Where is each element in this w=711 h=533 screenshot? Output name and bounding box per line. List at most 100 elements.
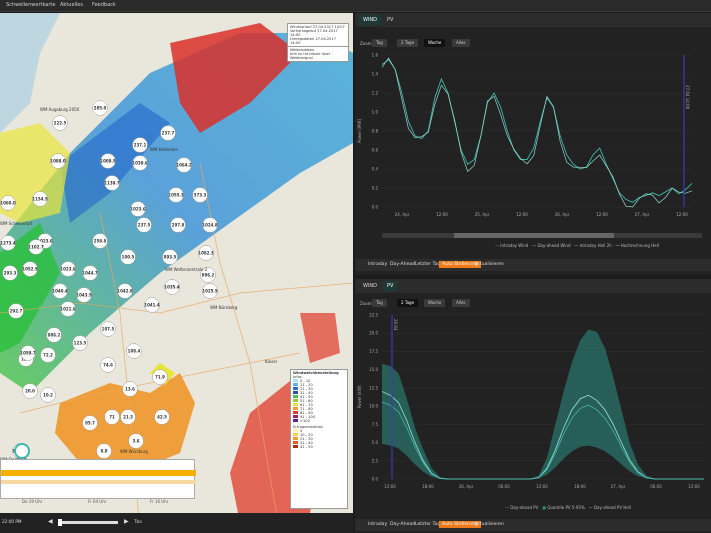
turbine-bubble[interactable]: 1040.4 (52, 283, 68, 299)
turbine-bubble[interactable]: 1024.8 (202, 217, 218, 233)
timeline-bar[interactable] (1, 470, 196, 476)
navigator-window[interactable] (454, 233, 614, 238)
turbine-bubble[interactable]: 986.2 (46, 327, 62, 343)
slider-handle[interactable] (58, 519, 62, 526)
turbine-bubble[interactable]: 1023.6 (60, 261, 76, 277)
zoom-alles-button[interactable]: Alles (452, 39, 470, 47)
selected-bubble[interactable] (14, 443, 30, 459)
turbine-bubble[interactable]: 1055.3 (168, 187, 184, 203)
turbine-bubble[interactable]: 237.7 (160, 125, 176, 141)
tab-pv[interactable]: PV (383, 15, 397, 25)
y-tick: 20.0 (369, 331, 378, 336)
bubble-value: 1154.5 (32, 197, 48, 202)
turbine-bubble[interactable]: 10.2 (40, 387, 56, 403)
turbine-bubble[interactable]: 71 (104, 409, 120, 425)
bubble-value: 293.3 (4, 271, 17, 276)
turbine-bubble[interactable]: 222.5 (52, 115, 68, 131)
zoom-alles-button[interactable]: Alles (452, 299, 470, 307)
play-icon[interactable]: ◀ (48, 518, 53, 525)
turbine-bubble[interactable]: 74.6 (100, 357, 116, 373)
turbine-bubble[interactable]: 1021.6 (60, 301, 76, 317)
timeline-bar-secondary (1, 480, 196, 484)
turbine-bubble[interactable]: 1154.5 (32, 191, 48, 207)
turbine-bubble[interactable]: 297.8 (170, 217, 186, 233)
turbine-bubble[interactable]: 1064.2 (176, 157, 192, 173)
turbine-bubble[interactable]: 1023.6 (130, 201, 146, 217)
weather-info-box[interactable]: Wettersdaten Info zu rot blauer über Wet… (287, 46, 349, 62)
turbine-bubble[interactable]: 1273.4 (0, 235, 16, 251)
tab-pv[interactable]: PV (383, 281, 398, 291)
place-label: WM Heilbronn (150, 147, 178, 152)
pv-tab-row: WIND PV (355, 279, 711, 293)
menu-schwellenwertkarte[interactable]: Schwellenwertkarte (6, 2, 55, 8)
btn-aktualisieren[interactable]: Aktualisieren (471, 261, 507, 268)
turbine-bubble[interactable]: 71.9 (152, 369, 168, 385)
btn-aktualisieren[interactable]: Aktualisieren (471, 521, 507, 528)
pv-legend: — Day-ahead PV ■ Quantile PV 5-95% — Day… (505, 505, 632, 510)
turbine-bubble[interactable]: 237.1 (132, 137, 148, 153)
zoom-tag-button[interactable]: Tag (372, 299, 387, 307)
bubble-value: 237.1 (134, 143, 147, 148)
zoom-woche-button[interactable]: Woche (424, 299, 446, 307)
menu-aktuelles[interactable]: Aktuelles (60, 2, 83, 8)
zoom-2tage-button[interactable]: 2 Tage (397, 299, 419, 307)
turbine-bubble[interactable]: 123.5 (72, 335, 88, 351)
pv-chart[interactable]: 22.5 20.0 17.5 15.0 12.5 10.0 7.5 5.0 2.5 0.0 12:0… (355, 309, 711, 505)
turbine-bubble[interactable]: 1039.6 (132, 155, 148, 171)
turbine-bubble[interactable]: 108.4 (126, 343, 142, 359)
turbine-bubble[interactable]: 893.5 (162, 249, 178, 265)
turbine-bubble[interactable]: 1041.4 (144, 297, 160, 313)
bubble-value: 1273.4 (0, 241, 16, 246)
place-label: WM Würzburg (120, 449, 148, 454)
turbine-bubble[interactable]: 13.6 (122, 381, 138, 397)
x-tick: 06:00 (498, 484, 510, 489)
turbine-bubble[interactable]: 293.3 (2, 265, 18, 281)
pv-quantile-band (382, 329, 704, 479)
turbine-bubble[interactable]: 1052.5 (22, 261, 38, 277)
menu-feedback[interactable]: Feedback (92, 2, 116, 8)
tab-wind[interactable]: WIND (359, 15, 382, 25)
bubble-value: 10.2 (43, 393, 53, 398)
time-slider[interactable] (58, 519, 118, 526)
bubble-value: 123.5 (74, 341, 87, 346)
turbine-bubble[interactable]: 42.5 (154, 409, 170, 425)
turbine-bubble[interactable]: 1139.7 (104, 175, 120, 191)
zoom-tag-button[interactable]: Tag (372, 39, 387, 47)
turbine-bubble[interactable]: 258.8 (92, 233, 108, 249)
x-tick: 27. Apr (611, 484, 626, 489)
turbine-bubble[interactable]: 1059.7 (20, 345, 36, 361)
turbine-bubble[interactable]: 85.7 (82, 415, 98, 431)
turbine-bubble[interactable]: 237.5 (136, 217, 152, 233)
x-tick: 12:00 (596, 212, 608, 217)
turbine-bubble[interactable]: 285.0 (92, 100, 108, 116)
wind-chart[interactable]: 1.6 1.4 1.2 1.0 0.8 0.6 0.4 0.2 0.0 24. Apr 12:00 2… (355, 49, 711, 249)
turbine-bubble[interactable]: 1060.0 (0, 195, 16, 211)
bubble-value: 373.3 (194, 193, 207, 198)
turbine-bubble[interactable]: 1102.7 (28, 239, 44, 255)
zoom-woche-button[interactable]: Woche (424, 39, 446, 47)
turbine-bubble[interactable]: 8.8 (96, 443, 112, 459)
bubble-value: 1021.6 (60, 307, 76, 312)
zoom-2tage-button[interactable]: 2 Tage (397, 39, 419, 47)
turbine-bubble[interactable]: 292.7 (8, 303, 24, 319)
weather-map[interactable]: 222.5 285.0 237.1 237.7 1009.5 1039.6 1139.7 10… (0, 13, 353, 533)
turbine-bubble[interactable]: 72.2 (40, 347, 56, 363)
wind-navigator[interactable] (382, 233, 702, 238)
turbine-bubble[interactable]: 21.3 (120, 409, 136, 425)
turbine-bubble[interactable]: 1035.4 (164, 279, 180, 295)
turbine-bubble[interactable]: 100.5 (120, 249, 136, 265)
turbine-bubble[interactable]: 1025.5 (202, 283, 218, 299)
turbine-bubble[interactable]: 1043.5 (76, 287, 92, 303)
turbine-bubble[interactable]: 1088.0 (50, 153, 66, 169)
turbine-bubble[interactable]: 107.5 (100, 321, 116, 337)
tab-wind[interactable]: WIND (359, 281, 381, 291)
turbine-bubble[interactable]: 373.3 (192, 187, 208, 203)
turbine-bubble[interactable]: 20.0 (22, 383, 38, 399)
bubble-value: 1052.5 (22, 267, 38, 272)
turbine-bubble[interactable]: 1042.8 (117, 283, 133, 299)
turbine-bubble[interactable]: 1082.3 (198, 245, 214, 261)
turbine-bubble[interactable]: 1009.5 (100, 153, 116, 169)
turbine-bubble[interactable]: 3.6 (128, 433, 144, 449)
next-icon[interactable]: ▶ (124, 518, 129, 525)
turbine-bubble[interactable]: 1044.7 (82, 265, 98, 281)
